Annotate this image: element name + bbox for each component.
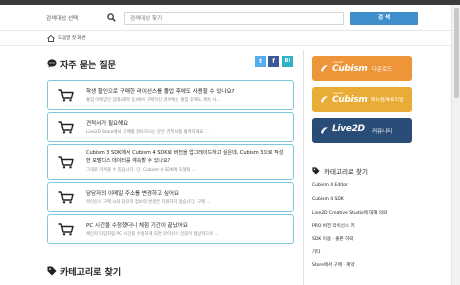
live2d-logo-icon	[320, 127, 329, 135]
tag-icon	[47, 266, 57, 276]
shopping-cart-icon	[58, 89, 74, 102]
shopping-cart-icon	[58, 121, 74, 134]
faq-answer: 그대로 가져올 수 있습니다. 단, Cubism 4 SDK에 모델의 ...	[86, 168, 197, 173]
tag-icon	[312, 167, 320, 175]
button-label: 다운로드	[372, 67, 393, 73]
faq-item[interactable]: 담당자의 이메일 주소를 변경하고 싶어요 라이선스 구매 시의 담당자 정보의…	[47, 182, 294, 212]
button-label: 커뮤니티	[372, 129, 393, 135]
button-label: 매뉴얼/튜토리얼	[371, 98, 404, 103]
sidebar-category-heading: 카테고리로 찾기	[324, 168, 368, 176]
brand-name: Live2D	[332, 124, 365, 134]
brand-name: Cubism	[332, 95, 368, 105]
faq-item[interactable]: PC 시간을 수정했더니 체험 기간이 끝났어요 체인저 타임처럼 PC 시간을…	[47, 214, 294, 244]
category-link[interactable]: Store에서 구매 · 계약	[312, 262, 354, 268]
faq-question: PC 시간을 수정했더니 체험 기간이 끝났어요	[86, 223, 188, 229]
home-icon[interactable]	[47, 35, 55, 42]
faq-question: 견적서가 필요해요	[86, 121, 129, 127]
shopping-cart-icon	[58, 191, 74, 204]
faq-answer: Live2D Store에서 구매를 검토하시는 분은 견적서를 출력하세요 .…	[86, 130, 209, 135]
faq-answer: 체인저 타임처럼 PC 시간을 수정하게 되면 라이선스 인증이 정상적으로 .…	[86, 232, 219, 237]
breadcrumb-home[interactable]: 도움말 첫 화면	[58, 35, 86, 41]
faq-question: Cubism 3 SDK에서 Cubism 4 SDK로 버전을 업그레이드하고…	[86, 150, 284, 156]
category-link[interactable]: Live2D Creative Studio에 대해 의뢰	[312, 210, 387, 216]
search-target-select[interactable]: 검색대상 선택	[46, 14, 78, 22]
brand-name: Cubism	[332, 64, 368, 74]
category-heading: 카테고리로 찾기	[60, 268, 122, 278]
scrollbar[interactable]	[451, 5, 460, 285]
category-link[interactable]: Cubism 4 SDK	[312, 197, 344, 202]
category-link[interactable]: PRO 버전 라이선스 키	[312, 223, 355, 229]
search-input[interactable]	[124, 12, 344, 25]
cubism-logo-icon	[320, 96, 329, 104]
shopping-cart-icon	[58, 223, 74, 236]
cubism-logo-icon	[320, 65, 329, 73]
faq-question: 학생 할인으로 구매한 라이선스를 졸업 후에도 사용할 수 있나요?	[86, 89, 235, 95]
speech-bubble-icon	[47, 59, 57, 68]
category-link[interactable]: 기타	[312, 249, 320, 255]
faq-question-line-2: 한 모델디스 데이터를 계속할 수 있나요?	[86, 158, 171, 164]
faq-heading: 자주 묻는 질문	[60, 61, 116, 71]
cubism-manual-button[interactable]: Live2D Cubism 매뉴얼/튜토리얼	[312, 87, 412, 112]
category-link[interactable]: Cubism 4 Editor	[312, 183, 348, 188]
faq-item[interactable]: Cubism 3 SDK에서 Cubism 4 SDK로 버전을 업그레이드하고…	[47, 144, 294, 180]
facebook-share-button[interactable]: f	[268, 56, 279, 67]
scrollbar-thumb[interactable]	[454, 8, 459, 98]
shopping-cart-icon	[58, 156, 74, 169]
cubism-download-button[interactable]: Live2D Cubism 다운로드	[312, 56, 412, 81]
breadcrumb: 도움말 첫 화면	[0, 31, 460, 46]
faq-item[interactable]: 학생 할인으로 구매한 라이선스를 졸업 후에도 사용할 수 있나요? 졸업 이…	[47, 80, 294, 110]
faq-answer: 졸업 이에앙민 상태(재학 등)에서 구매하신 경우에는 졸업 후에도 계속 사…	[86, 98, 221, 103]
faq-item[interactable]: 견적서가 필요해요 Live2D Store에서 구매를 검토하시는 분은 견적…	[47, 112, 294, 142]
live2d-community-button[interactable]: Live2D 커뮤니티	[312, 118, 412, 143]
search-icon[interactable]	[107, 13, 116, 22]
category-link[interactable]: SDK 이용 · 출판 허락	[312, 236, 353, 242]
search-bar: 검색대상 선택 검 색	[0, 5, 460, 31]
twitter-share-button[interactable]: t	[255, 56, 266, 67]
faq-question: 담당자의 이메일 주소를 변경하고 싶어요	[86, 191, 180, 197]
search-button[interactable]: 검 색	[350, 12, 418, 25]
faq-answer: 라이선스 구매 시의 담당자 정보의 변경은 지원하지 않습니다. 구매 ...	[86, 200, 211, 205]
column-divider	[303, 50, 304, 285]
blog-share-button[interactable]: B!	[282, 56, 293, 67]
